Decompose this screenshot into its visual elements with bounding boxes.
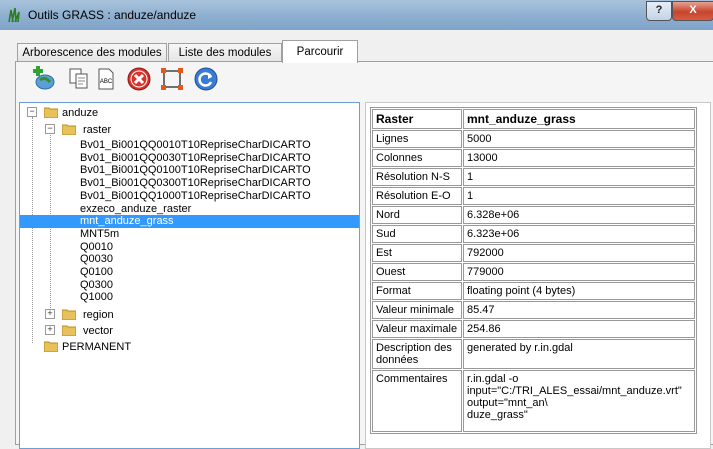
expand-region-icon[interactable]: + <box>45 309 55 319</box>
info-row: Ouest 779000 <box>372 263 695 281</box>
info-row: Valeur maximale 254.86 <box>372 320 695 338</box>
info-row: Résolution E-O 1 <box>372 187 695 205</box>
raster-list-item[interactable]: Q0100 <box>80 266 113 279</box>
raster-list-item[interactable]: Bv01_Bi001QQ0030T10RepriseCharDICARTO <box>80 152 311 165</box>
window-title: Outils GRASS : anduze/anduze <box>28 8 197 22</box>
info-value: 1 <box>463 168 695 186</box>
raster-list-item[interactable]: Bv01_Bi001QQ0300T10RepriseCharDICARTO <box>80 177 311 190</box>
raster-list-item[interactable]: Q0030 <box>80 253 113 266</box>
dialog-body: Arborescence des modules Liste des modul… <box>0 30 713 449</box>
info-value: 6.323e+06 <box>463 225 695 243</box>
tab-browse[interactable]: Parcourir <box>282 40 358 63</box>
folder-icon <box>62 124 76 135</box>
raster-list-item[interactable]: Bv01_Bi001QQ1000T10RepriseCharDICARTO <box>80 190 311 203</box>
info-key: Description des données <box>372 339 462 369</box>
info-row: Format floating point (4 bytes) <box>372 282 695 300</box>
info-header-key: Raster <box>372 109 462 129</box>
tree-mapset-permanent[interactable]: PERMANENT <box>62 341 131 354</box>
info-row: Commentaires r.in.gdal -o input="C:/TRI_A… <box>372 370 695 432</box>
info-value: 254.86 <box>463 320 695 338</box>
info-key: Est <box>372 244 462 262</box>
tab-module-list[interactable]: Liste des modules <box>168 43 282 62</box>
add-layer-icon[interactable] <box>31 66 57 92</box>
info-row: Est 792000 <box>372 244 695 262</box>
info-value: 792000 <box>463 244 695 262</box>
info-row: Lignes 5000 <box>372 130 695 148</box>
info-header-value: mnt_anduze_grass <box>463 109 695 129</box>
browse-panel: ABC − anduze − raster Bv01_Bi001QQ0010T1… <box>15 61 713 449</box>
close-button[interactable]: X <box>672 1 713 21</box>
info-key: Résolution N-S <box>372 168 462 186</box>
tree-folder-region[interactable]: region <box>83 309 114 322</box>
refresh-icon[interactable] <box>193 66 219 92</box>
info-key: Nord <box>372 206 462 224</box>
info-value: r.in.gdal -o input="C:/TRI_ALES_essai/mn… <box>463 370 695 432</box>
info-key: Colonnes <box>372 149 462 167</box>
map-browser-tree[interactable]: − anduze − raster Bv01_Bi001QQ0010T10Rep… <box>19 102 360 449</box>
rename-icon[interactable]: ABC <box>93 66 119 92</box>
info-key: Ouest <box>372 263 462 281</box>
info-key: Commentaires <box>372 370 462 432</box>
raster-list-item[interactable]: exzeco_anduze_raster <box>80 203 191 216</box>
info-key: Résolution E-O <box>372 187 462 205</box>
info-row: Sud 6.323e+06 <box>372 225 695 243</box>
raster-info-panel: Raster mnt_anduze_grass Lignes 5000 Colonn… <box>365 102 711 449</box>
folder-icon <box>44 107 58 118</box>
raster-list-item[interactable]: Q1000 <box>80 291 113 304</box>
collapse-location-icon[interactable]: − <box>27 107 37 117</box>
raster-info-table: Raster mnt_anduze_grass Lignes 5000 Colonn… <box>370 107 697 434</box>
raster-list-item[interactable]: MNT5m <box>80 228 119 241</box>
set-region-icon[interactable] <box>159 66 185 92</box>
title-bar: Outils GRASS : anduze/anduze ? X <box>0 0 713 30</box>
tree-folder-raster[interactable]: raster <box>83 124 111 137</box>
raster-list-item[interactable]: Q0010 <box>80 241 113 254</box>
info-row: Colonnes 13000 <box>372 149 695 167</box>
info-row: Valeur minimale 85.47 <box>372 301 695 319</box>
copy-icon[interactable] <box>66 66 92 92</box>
info-value: 85.47 <box>463 301 695 319</box>
expand-vector-icon[interactable]: + <box>45 325 55 335</box>
raster-list-item[interactable]: Bv01_Bi001QQ0010T10RepriseCharDICARTO <box>80 139 311 152</box>
delete-icon[interactable] <box>126 66 152 92</box>
info-key: Valeur maximale <box>372 320 462 338</box>
info-key: Lignes <box>372 130 462 148</box>
info-row: Résolution N-S 1 <box>372 168 695 186</box>
info-value: floating point (4 bytes) <box>463 282 695 300</box>
grass-app-icon <box>8 7 20 23</box>
help-button[interactable]: ? <box>646 1 672 21</box>
svg-text:ABC: ABC <box>100 79 113 85</box>
info-value: 779000 <box>463 263 695 281</box>
info-value: 6.328e+06 <box>463 206 695 224</box>
info-row: Nord 6.328e+06 <box>372 206 695 224</box>
tree-location[interactable]: anduze <box>62 107 98 120</box>
raster-list-item[interactable]: Bv01_Bi001QQ0100T10RepriseCharDICARTO <box>80 164 311 177</box>
collapse-raster-icon[interactable]: − <box>45 124 55 134</box>
info-row: Description des données generated by r.in… <box>372 339 695 369</box>
info-value: 5000 <box>463 130 695 148</box>
info-value: 13000 <box>463 149 695 167</box>
info-key: Sud <box>372 225 462 243</box>
folder-icon <box>44 341 58 352</box>
info-value: generated by r.in.gdal <box>463 339 695 369</box>
info-value: 1 <box>463 187 695 205</box>
info-key: Valeur minimale <box>372 301 462 319</box>
folder-icon <box>62 325 76 336</box>
tree-folder-vector[interactable]: vector <box>83 325 113 338</box>
info-key: Format <box>372 282 462 300</box>
tab-module-tree[interactable]: Arborescence des modules <box>17 43 167 62</box>
folder-icon <box>62 309 76 320</box>
raster-list-item[interactable]: mnt_anduze_grass <box>20 215 359 229</box>
info-header-row: Raster mnt_anduze_grass <box>372 109 695 129</box>
raster-list-item[interactable]: Q0300 <box>80 279 113 292</box>
